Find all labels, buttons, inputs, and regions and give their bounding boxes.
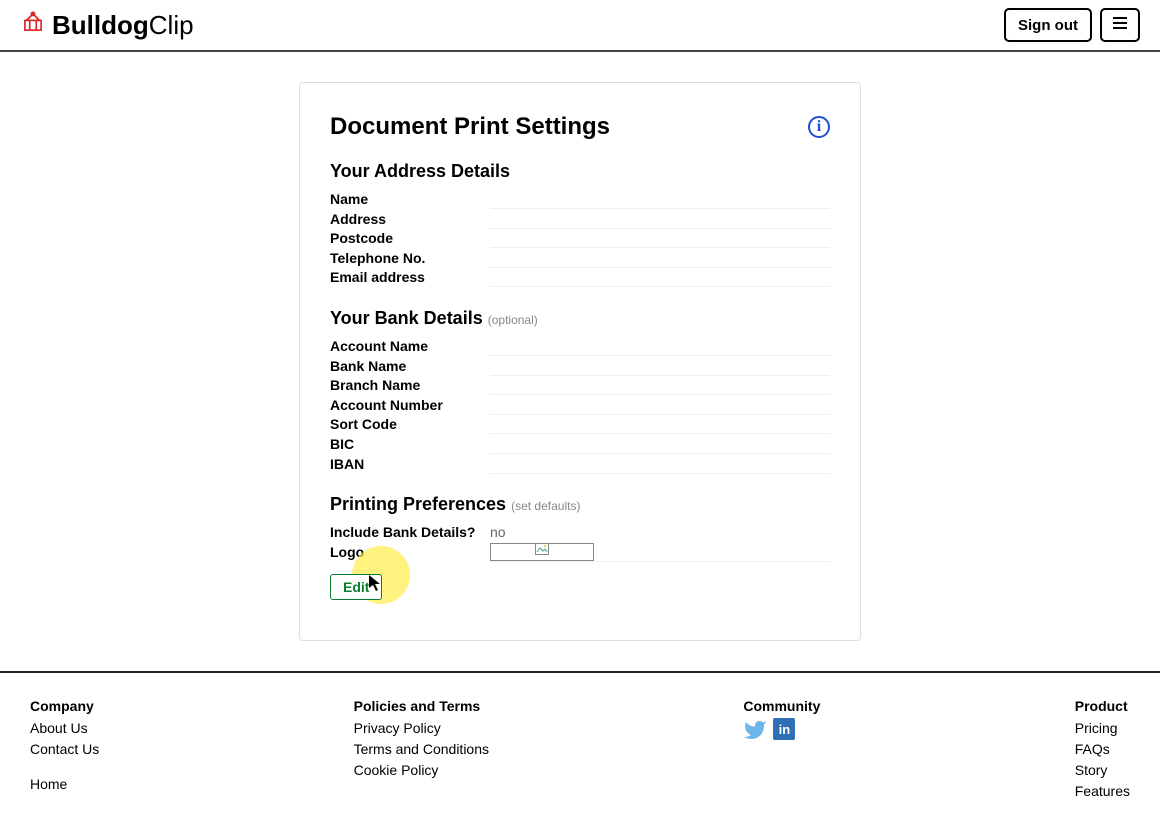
twitter-icon[interactable]: [743, 718, 767, 745]
broken-image-icon: [535, 543, 549, 560]
logo-label: Logo: [330, 543, 490, 563]
field-address: Address: [330, 210, 830, 230]
footer-product: Product Pricing FAQs Story Features: [1075, 698, 1130, 802]
field-name: Name: [330, 190, 830, 210]
account-name-value: [490, 337, 830, 356]
field-email: Email address: [330, 268, 830, 288]
hamburger-icon: [1112, 16, 1128, 34]
page-title: Document Print Settings: [330, 113, 610, 141]
brand-name-light: Clip: [149, 10, 194, 41]
address-label: Address: [330, 210, 490, 230]
sort-code-value: [490, 415, 830, 434]
field-account-name: Account Name: [330, 337, 830, 357]
footer-story-link[interactable]: Story: [1075, 760, 1130, 781]
info-icon[interactable]: i: [808, 116, 830, 138]
linkedin-icon[interactable]: in: [773, 718, 795, 740]
field-account-number: Account Number: [330, 396, 830, 416]
branch-name-label: Branch Name: [330, 376, 490, 396]
email-value: [490, 268, 830, 287]
brand-name-bold: Bulldog: [52, 10, 149, 41]
include-bank-label: Include Bank Details?: [330, 523, 490, 543]
field-bic: BIC: [330, 435, 830, 455]
bic-value: [490, 435, 830, 454]
footer-terms-link[interactable]: Terms and Conditions: [354, 739, 489, 760]
include-bank-value: no: [490, 523, 830, 543]
field-postcode: Postcode: [330, 229, 830, 249]
footer-company-title: Company: [30, 698, 99, 714]
field-sort-code: Sort Code: [330, 415, 830, 435]
field-telephone: Telephone No.: [330, 249, 830, 269]
account-name-label: Account Name: [330, 337, 490, 357]
footer-home-link[interactable]: Home: [30, 774, 99, 795]
field-iban: IBAN: [330, 455, 830, 475]
branch-name-value: [490, 376, 830, 395]
name-label: Name: [330, 190, 490, 210]
footer-product-title: Product: [1075, 698, 1130, 714]
menu-button[interactable]: [1100, 8, 1140, 42]
printing-heading-sub: (set defaults): [511, 499, 580, 513]
printing-section-title: Printing Preferences (set defaults): [330, 494, 830, 515]
footer-policies-title: Policies and Terms: [354, 698, 489, 714]
sort-code-label: Sort Code: [330, 415, 490, 435]
sign-out-button[interactable]: Sign out: [1004, 8, 1092, 42]
iban-label: IBAN: [330, 455, 490, 475]
postcode-label: Postcode: [330, 229, 490, 249]
address-value: [490, 210, 830, 229]
logo-value: [490, 543, 830, 562]
field-bank-name: Bank Name: [330, 357, 830, 377]
header-actions: Sign out: [1004, 8, 1140, 42]
field-branch-name: Branch Name: [330, 376, 830, 396]
footer-community-title: Community: [743, 698, 820, 714]
header-divider: [0, 50, 1160, 52]
edit-button[interactable]: Edit: [330, 574, 382, 600]
footer-features-link[interactable]: Features: [1075, 781, 1130, 802]
bank-name-label: Bank Name: [330, 357, 490, 377]
bank-section-title: Your Bank Details (optional): [330, 308, 830, 329]
account-number-value: [490, 396, 830, 415]
bank-heading-sub: (optional): [488, 313, 538, 327]
bulldog-clip-icon: [20, 9, 46, 42]
email-label: Email address: [330, 268, 490, 288]
printing-heading: Printing Preferences: [330, 494, 506, 514]
footer-community: Community in: [743, 698, 820, 802]
header: BulldogClip Sign out: [0, 0, 1160, 50]
name-value: [490, 190, 830, 209]
footer-privacy-link[interactable]: Privacy Policy: [354, 718, 489, 739]
field-logo: Logo: [330, 543, 830, 563]
footer-pricing-link[interactable]: Pricing: [1075, 718, 1130, 739]
bank-heading: Your Bank Details: [330, 308, 483, 328]
address-section-title: Your Address Details: [330, 161, 830, 182]
footer-policies: Policies and Terms Privacy Policy Terms …: [354, 698, 489, 802]
postcode-value: [490, 229, 830, 248]
bic-label: BIC: [330, 435, 490, 455]
settings-card: Document Print Settings i Your Address D…: [299, 82, 861, 641]
footer-company: Company About Us Contact Us Home: [30, 698, 99, 802]
telephone-value: [490, 249, 830, 268]
iban-value: [490, 455, 830, 474]
bank-name-value: [490, 357, 830, 376]
account-number-label: Account Number: [330, 396, 490, 416]
footer: Company About Us Contact Us Home Policie…: [0, 671, 1160, 827]
field-include-bank: Include Bank Details? no: [330, 523, 830, 543]
footer-cookie-link[interactable]: Cookie Policy: [354, 760, 489, 781]
logo-placeholder: [490, 543, 594, 561]
brand-logo[interactable]: BulldogClip: [20, 9, 194, 42]
footer-about-link[interactable]: About Us: [30, 718, 99, 739]
footer-faqs-link[interactable]: FAQs: [1075, 739, 1130, 760]
footer-contact-link[interactable]: Contact Us: [30, 739, 99, 760]
telephone-label: Telephone No.: [330, 249, 490, 269]
